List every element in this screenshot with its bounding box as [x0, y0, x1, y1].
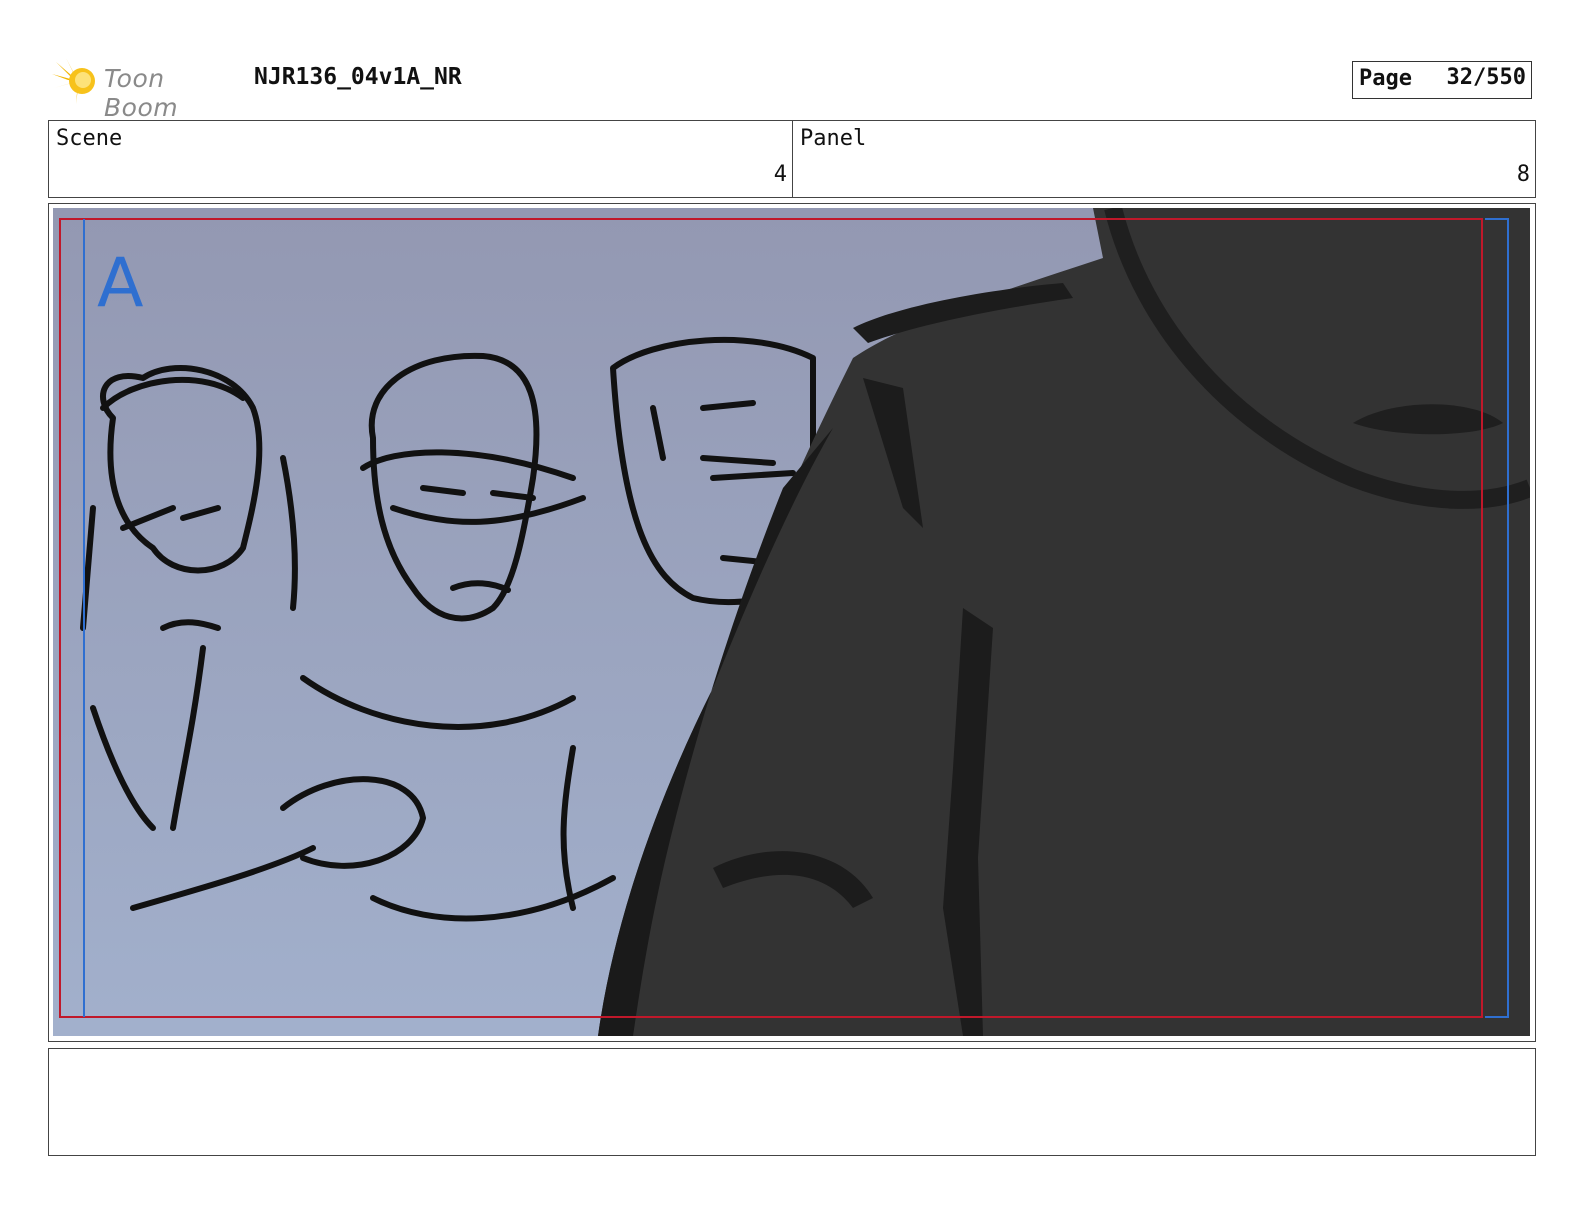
page-value: 32/550: [1446, 65, 1526, 90]
toon-boom-logo: Toon Boom: [52, 56, 242, 122]
caption-box: [48, 1048, 1536, 1156]
storyboard-drawing: A: [53, 208, 1530, 1036]
starburst-icon: [52, 58, 95, 104]
panel-number: 8: [1516, 162, 1530, 187]
scene-label: Scene: [56, 126, 123, 151]
storyboard-frame: A: [48, 203, 1536, 1042]
layer-marker: A: [97, 244, 144, 323]
panel-label: Panel: [800, 126, 867, 151]
page-header: Toon Boom NJR136_04v1A_NR Page 32/550: [52, 56, 1532, 122]
page-label: Page: [1359, 66, 1412, 91]
logo-wordmark: Toon Boom: [104, 64, 179, 122]
scene-cell: Scene 4: [49, 121, 793, 197]
page-counter: Page 32/550: [1352, 61, 1532, 99]
scene-panel-row: Scene 4 Panel 8: [48, 120, 1536, 198]
project-title: NJR136_04v1A_NR: [254, 64, 462, 90]
scene-number: 4: [773, 162, 787, 187]
panel-cell: Panel 8: [793, 121, 1535, 197]
